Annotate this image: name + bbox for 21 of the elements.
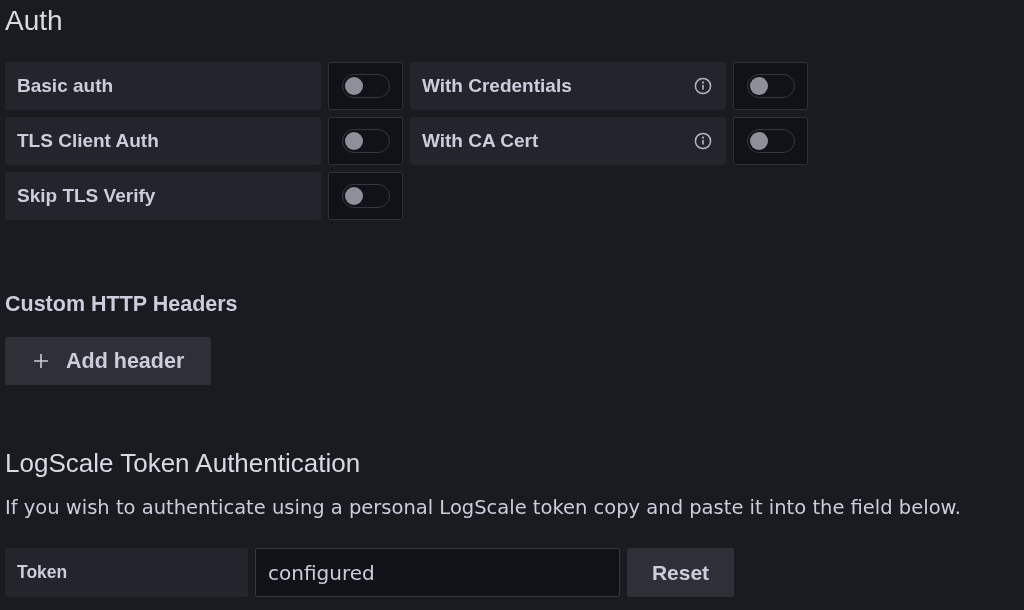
description-text: If you wish to authenticate using a personal LogScale token copy and paste it into the field below. — [5, 496, 961, 520]
field-label: Skip TLS Verify — [17, 185, 156, 207]
plus-icon — [34, 354, 48, 368]
field-label: Token — [17, 562, 68, 583]
info-icon[interactable] — [694, 77, 712, 95]
toggle-switch[interactable] — [747, 74, 795, 98]
toggle-switch[interactable] — [342, 129, 390, 153]
token-input[interactable]: configured — [255, 548, 620, 597]
section-title: Auth — [5, 4, 63, 37]
field-label: TLS Client Auth — [17, 130, 159, 152]
section-title: LogScale Token Authentication — [5, 448, 361, 478]
toggle-switch[interactable] — [747, 129, 795, 153]
field-label: With CA Cert — [422, 130, 539, 152]
toggle-switch[interactable] — [342, 184, 390, 208]
field-label: Basic auth — [17, 75, 114, 97]
info-icon[interactable] — [694, 132, 712, 150]
reset-button[interactable]: Reset — [627, 548, 734, 597]
toggle-switch[interactable] — [342, 74, 390, 98]
section-title: Custom HTTP Headers — [5, 291, 238, 317]
add-header-button[interactable]: Add header — [5, 337, 211, 385]
field-label: With Credentials — [422, 75, 572, 97]
